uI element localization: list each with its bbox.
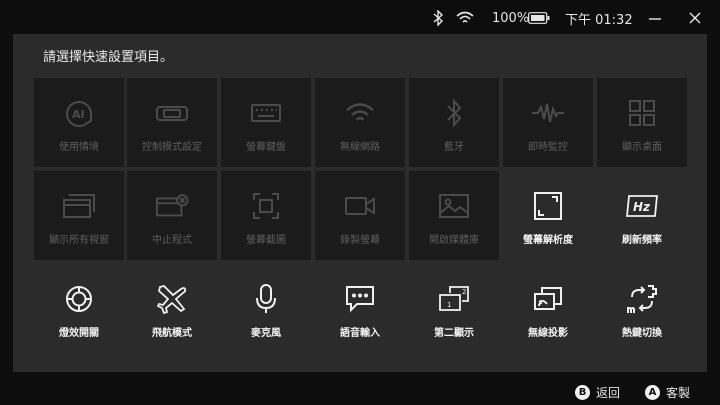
- hotkey-switch-icon: [625, 282, 659, 316]
- svg-text:Hz: Hz: [633, 200, 651, 214]
- tile-label: 螢幕鍵盤: [246, 142, 286, 153]
- close-icon[interactable]: [688, 9, 702, 27]
- tile-screenshot[interactable]: 螢幕截圖: [221, 171, 311, 260]
- battery-icon: [528, 9, 550, 27]
- a-button-icon: A: [645, 385, 660, 400]
- tile-label: 中止程式: [152, 235, 192, 246]
- cast-icon: [531, 282, 565, 316]
- battery-percent: 100%: [492, 10, 530, 26]
- tile-voice-input[interactable]: 語音輸入: [315, 264, 405, 353]
- keyboard-icon: [249, 96, 283, 130]
- customize-button[interactable]: A 客製: [645, 384, 690, 401]
- tile-wifi[interactable]: 無線網路: [315, 78, 405, 167]
- tile-label: 藍牙: [444, 142, 464, 153]
- tile-end-program[interactable]: 中止程式: [127, 171, 217, 260]
- tile-label: 顯示桌面: [622, 142, 662, 153]
- tile-refresh-rate[interactable]: Hz 刷新頻率: [597, 171, 687, 260]
- tile-label: 熱鍵切換: [622, 328, 662, 339]
- wifi-icon: [343, 96, 377, 130]
- back-button[interactable]: B 返回: [575, 384, 620, 401]
- image-icon: [437, 189, 471, 223]
- tile-label: 錄製螢幕: [340, 235, 380, 246]
- tile-lighting-toggle[interactable]: 燈效開關: [34, 264, 124, 353]
- back-label: 返回: [596, 386, 621, 400]
- controller-icon: [155, 96, 189, 130]
- microphone-icon: [249, 282, 283, 316]
- minimize-icon[interactable]: [648, 9, 662, 27]
- tile-label: 燈效開關: [59, 328, 99, 339]
- tile-label: 使用情境: [59, 142, 99, 153]
- tile-microphone[interactable]: 麥克風: [221, 264, 311, 353]
- airplane-icon: [155, 282, 189, 316]
- tile-second-display[interactable]: 12 第二顯示: [409, 264, 499, 353]
- tile-onscreen-keyboard[interactable]: 螢幕鍵盤: [221, 78, 311, 167]
- tile-show-all-windows[interactable]: 顯示所有視窗: [34, 171, 124, 260]
- panel-title: 請選擇快速設置項目。: [43, 50, 174, 65]
- tile-label: 飛航模式: [152, 328, 192, 339]
- svg-text:AI: AI: [72, 108, 85, 121]
- tile-show-desktop[interactable]: 顯示桌面: [597, 78, 687, 167]
- svg-text:1: 1: [447, 301, 451, 309]
- wifi-icon: [456, 9, 474, 27]
- bluetooth-icon: [437, 96, 471, 130]
- second-display-icon: 12: [437, 282, 471, 316]
- b-button-icon: B: [575, 385, 590, 400]
- tile-label: 麥克風: [251, 328, 281, 339]
- tile-screen-record[interactable]: 錄製螢幕: [315, 171, 405, 260]
- tile-airplane-mode[interactable]: 飛航模式: [127, 264, 217, 353]
- tile-label: 無線投影: [528, 328, 568, 339]
- tile-label: 第二顯示: [434, 328, 474, 339]
- light-ring-icon: [62, 282, 96, 316]
- tile-media-library[interactable]: 開啟媒體庫: [409, 171, 499, 260]
- tile-wireless-projection[interactable]: 無線投影: [503, 264, 593, 353]
- svg-text:2: 2: [462, 288, 466, 296]
- tile-label: 螢幕截圖: [246, 235, 286, 246]
- tile-label: 控制模式設定: [142, 142, 202, 153]
- ai-scenario-icon: AI: [62, 96, 96, 130]
- screenshot-icon: [249, 189, 283, 223]
- tile-label: 開啟媒體庫: [429, 235, 479, 246]
- video-camera-icon: [343, 189, 377, 223]
- tile-bluetooth[interactable]: 藍牙: [409, 78, 499, 167]
- tile-label: 即時監控: [528, 142, 568, 153]
- tile-label: 顯示所有視窗: [49, 235, 109, 246]
- grid-icon: [625, 96, 659, 130]
- bottom-bar: B 返回 A 客製: [0, 377, 720, 405]
- tile-label: 無線網路: [340, 142, 380, 153]
- bluetooth-icon: [432, 9, 444, 27]
- quick-settings-panel: 請選擇快速設置項目。 AI 使用情境 控制模式設定 螢幕鍵盤 無線網路 藍牙 即…: [13, 34, 707, 372]
- tile-screen-resolution[interactable]: 螢幕解析度: [503, 171, 593, 260]
- tile-hotkey-switch[interactable]: 熱鍵切換: [597, 264, 687, 353]
- hz-icon: Hz: [625, 189, 659, 223]
- status-bar: 100% 下午 01:32: [0, 0, 720, 34]
- resolution-icon: [531, 189, 565, 223]
- tile-label: 刷新頻率: [622, 235, 662, 246]
- tile-control-mode[interactable]: 控制模式設定: [127, 78, 217, 167]
- chat-icon: [343, 282, 377, 316]
- customize-label: 客製: [666, 386, 691, 400]
- waveform-icon: [531, 96, 565, 130]
- tile-usage-scenario[interactable]: AI 使用情境: [34, 78, 124, 167]
- tile-label: 語音輸入: [340, 328, 380, 339]
- tile-label: 螢幕解析度: [523, 235, 573, 246]
- close-window-icon: [155, 189, 189, 223]
- windows-icon: [62, 189, 96, 223]
- clock: 下午 01:32: [565, 12, 633, 28]
- tile-live-monitor[interactable]: 即時監控: [503, 78, 593, 167]
